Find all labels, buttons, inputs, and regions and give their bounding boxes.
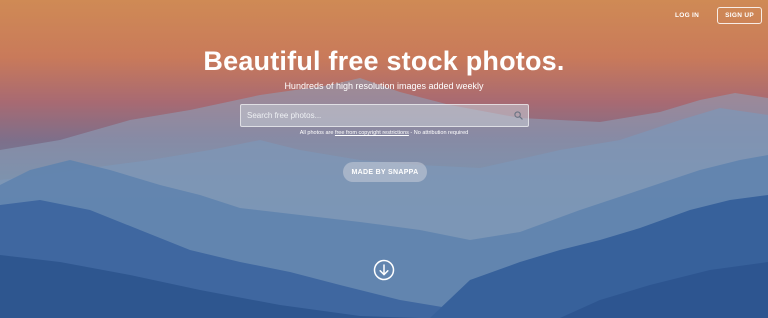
top-navigation: LOG IN SIGN UP [667, 6, 762, 25]
arrow-down-circle-icon[interactable] [373, 259, 395, 281]
hero-subheadline: Hundreds of high resolution images added… [284, 81, 484, 91]
signup-button[interactable]: SIGN UP [717, 7, 762, 24]
search-bar [240, 104, 529, 127]
disclaimer-suffix: - No attribution required [408, 130, 469, 136]
disclaimer-prefix: All photos are [299, 130, 335, 136]
license-disclaimer: All photos are free from copyright restr… [0, 130, 768, 136]
search-input[interactable] [241, 105, 508, 126]
hero-headline: Beautiful free stock photos. [203, 46, 565, 76]
login-link[interactable]: LOG IN [667, 6, 707, 25]
search-icon[interactable] [508, 105, 528, 126]
copyright-link[interactable]: free from copyright restrictions [335, 130, 409, 136]
made-by-snappa-button[interactable]: MADE BY SNAPPA [343, 162, 427, 182]
hero-background: LOG IN SIGN UP Beautiful free stock phot… [0, 0, 768, 318]
